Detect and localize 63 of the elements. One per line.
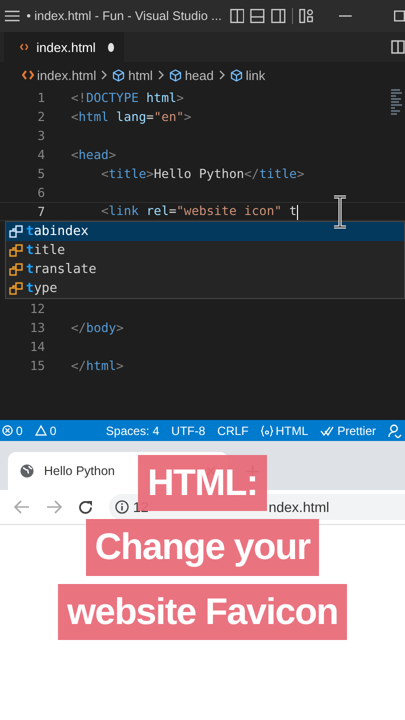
suggestion-item[interactable]: type: [6, 279, 404, 298]
line-number: 4: [36, 147, 45, 162]
cube-icon: [168, 68, 182, 82]
field-icon: [9, 263, 23, 276]
line-number: 14: [28, 339, 45, 354]
code-text: <title>Hello Python</title>: [100, 166, 304, 181]
chevron-icon: [101, 70, 108, 80]
line-number: 12: [28, 301, 45, 316]
language-indicator[interactable]: HTML: [260, 424, 308, 438]
menu-icon[interactable]: [4, 9, 20, 23]
code-text: <head>: [71, 147, 116, 162]
suggestion-item[interactable]: title: [6, 241, 404, 260]
cube-icon: [112, 68, 126, 82]
line-number: 7: [36, 204, 45, 219]
code-text: <!DOCTYPE html>: [71, 90, 184, 105]
field-icon: [9, 282, 23, 295]
layout-icon[interactable]: [271, 8, 286, 24]
breadcrumb-item[interactable]: index.html: [22, 68, 96, 82]
reload-icon[interactable]: [78, 500, 93, 514]
line-number: 3: [36, 128, 45, 143]
field-icon: [9, 225, 23, 238]
field-icon: [9, 244, 23, 257]
account-icon[interactable]: [388, 424, 402, 438]
code-text: <html lang="en">: [71, 109, 192, 124]
window-title: • index.html - Fun - Visual Studio ...: [26, 9, 222, 23]
line-number: 5: [36, 166, 45, 181]
caption-overlay: website Favicon: [58, 584, 347, 640]
chevron-icon: [158, 70, 164, 80]
code-text: </body>: [71, 320, 124, 335]
maximize-icon[interactable]: [394, 10, 405, 22]
code-file-icon: [20, 42, 28, 52]
split-editor-icon[interactable]: [391, 40, 405, 54]
line-number: 15: [28, 358, 45, 373]
chevron-icon: [218, 70, 225, 80]
status-item[interactable]: Spaces: 4: [106, 424, 160, 438]
layout-icon[interactable]: [230, 8, 244, 24]
errors-indicator[interactable]: 0: [2, 424, 23, 438]
line-number: 1: [36, 90, 45, 105]
line-number: 13: [28, 320, 45, 335]
info-icon: [115, 500, 129, 514]
breadcrumb-item[interactable]: head: [168, 68, 214, 82]
editor-tab[interactable]: index.html: [4, 32, 124, 62]
line-number: 2: [36, 109, 45, 124]
breadcrumb-item[interactable]: link: [230, 68, 266, 82]
suggestion-item[interactable]: tabindex: [6, 222, 404, 241]
cube-icon: [230, 68, 243, 82]
globe-icon: [20, 464, 34, 478]
code-text: <link rel="website icon" t: [100, 203, 298, 220]
code-text: </html>: [71, 358, 124, 373]
status-item[interactable]: CRLF: [217, 424, 249, 438]
line-number: 6: [36, 185, 45, 200]
code-file-icon: [22, 70, 34, 80]
suggestion-item[interactable]: t ranslate: [6, 260, 404, 279]
status-item[interactable]: UTF-8: [171, 424, 206, 438]
minimize-icon[interactable]: [339, 15, 352, 17]
breadcrumb-item[interactable]: html: [112, 68, 153, 82]
formatter-indicator[interactable]: Prettier: [320, 424, 376, 438]
text-cursor-icon: [333, 195, 347, 229]
caption-overlay: Change your: [86, 519, 320, 576]
warnings-indicator[interactable]: 0: [34, 424, 56, 438]
layout-icon[interactable]: [298, 8, 314, 24]
minimap-drawing: [391, 88, 403, 118]
layout-icon[interactable]: [250, 8, 265, 24]
